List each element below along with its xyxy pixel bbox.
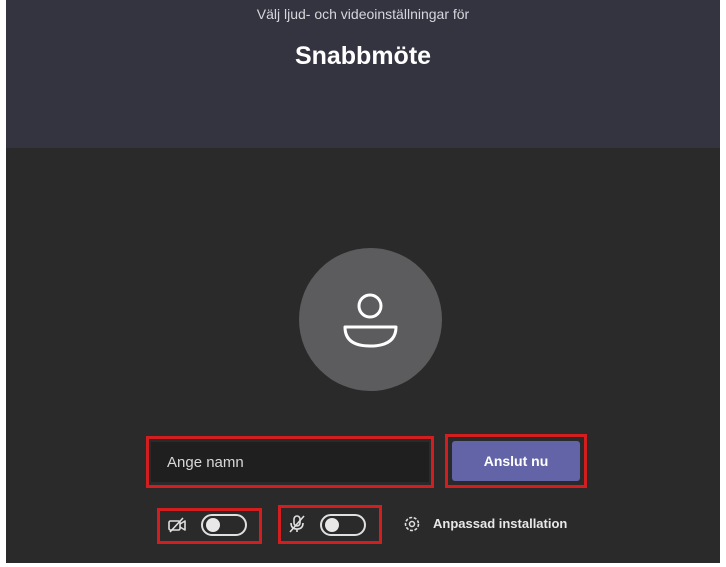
camera-toggle-knob — [206, 518, 220, 532]
microphone-toggle[interactable] — [320, 514, 366, 536]
meeting-title: Snabbmöte — [294, 42, 432, 70]
microphone-off-icon — [289, 515, 305, 533]
header: Välj ljud- och videoinställningar för Sn… — [6, 0, 720, 148]
name-input[interactable] — [151, 442, 429, 482]
preview-area — [6, 148, 720, 563]
device-settings-label[interactable]: Anpassad installation — [433, 516, 567, 531]
avatar — [299, 248, 442, 391]
person-icon — [343, 293, 398, 348]
camera-toggle[interactable] — [201, 514, 247, 536]
header-subtitle: Välj ljud- och videoinställningar för — [256, 6, 470, 22]
microphone-toggle-knob — [325, 518, 339, 532]
join-now-button[interactable]: Anslut nu — [452, 441, 580, 481]
camera-off-icon — [168, 517, 186, 533]
gear-icon[interactable] — [403, 515, 421, 533]
